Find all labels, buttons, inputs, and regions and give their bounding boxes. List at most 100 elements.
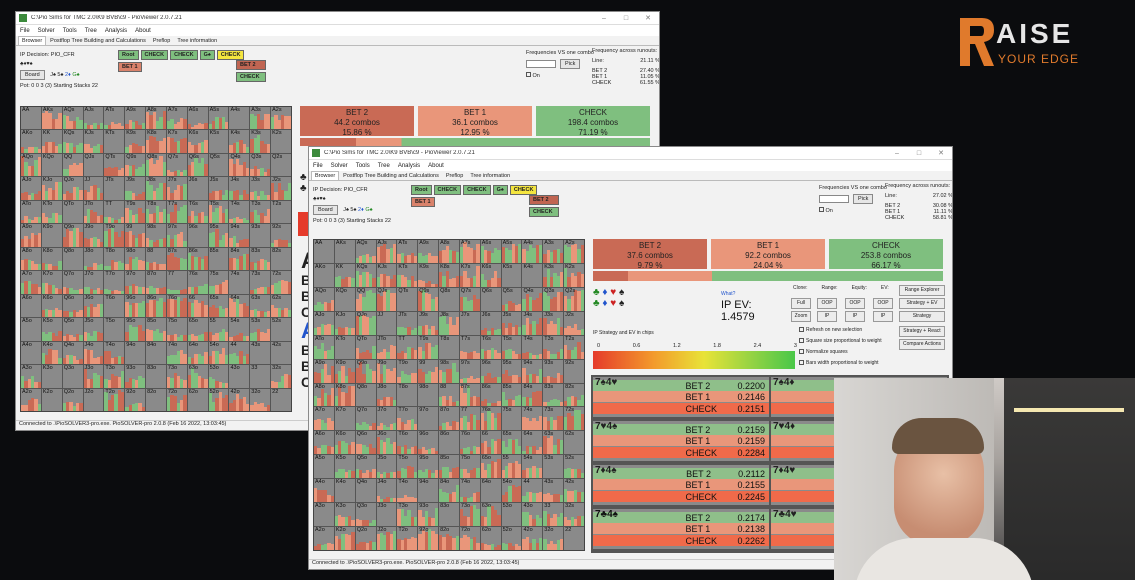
board-button[interactable]: Board — [313, 205, 338, 215]
hand-cell[interactable]: A9o — [314, 359, 334, 383]
hand-cell[interactable]: K8o — [41, 247, 62, 271]
hand-cell[interactable]: 97o — [418, 407, 439, 431]
equity-oop-button[interactable]: OOP — [845, 298, 865, 309]
hand-cell[interactable]: K6s — [187, 130, 208, 153]
menu-analysis[interactable]: Analysis — [398, 163, 420, 169]
hand-cell[interactable]: 76o — [459, 431, 480, 455]
hand-cell[interactable]: J6s — [187, 177, 208, 200]
hand-cell[interactable]: 42o — [522, 527, 543, 550]
tree-node-card[interactable]: G♠ — [199, 50, 215, 60]
menu-tree[interactable]: Tree — [378, 163, 390, 169]
hand-cell[interactable]: 77 — [166, 271, 187, 294]
tab-preflop[interactable]: Preflop — [150, 37, 173, 45]
hand-cell[interactable]: JJ — [83, 177, 104, 200]
strategy-button[interactable]: Strategy — [899, 311, 945, 322]
summary-check[interactable]: CHECK 253.8 combos 66.17 % — [829, 239, 943, 270]
hand-cell[interactable]: JJ — [376, 311, 397, 335]
hand-cell[interactable]: A2o — [314, 527, 334, 550]
square-size-checkbox[interactable]: Square size proportional to weight — [799, 338, 882, 344]
hand-cell[interactable]: AA — [314, 240, 334, 263]
menu-analysis[interactable]: Analysis — [105, 28, 127, 34]
hand-cell[interactable]: 73o — [459, 503, 480, 527]
hand-cell[interactable]: 52o — [501, 527, 522, 550]
hand-cell[interactable]: A9s — [418, 240, 439, 263]
hand-cell[interactable]: K6s — [480, 263, 501, 287]
range-ip-button[interactable]: IP — [817, 311, 837, 322]
hand-cell[interactable]: AKo — [21, 130, 41, 153]
hand-cell[interactable]: Q9s — [418, 287, 439, 311]
hand-cell[interactable]: 85s — [208, 247, 229, 271]
hand-cell[interactable]: 54o — [501, 479, 522, 503]
ev-oop-button[interactable]: OOP — [873, 298, 893, 309]
tree-node-bet1[interactable]: BET 1 — [411, 197, 435, 207]
hand-cell[interactable]: 63o — [187, 365, 208, 388]
hand-cell[interactable]: A8o — [314, 383, 334, 407]
hand-cell[interactable]: 62s — [564, 431, 584, 455]
runout-card[interactable]: 7♥4♠ BET 2 0.2159 BET 1 0.2159 CHECK 0.2284 — [593, 421, 769, 461]
hand-cell[interactable]: 77 — [459, 407, 480, 431]
hand-cell[interactable]: 87o — [146, 271, 166, 294]
hand-cell[interactable]: 96s — [187, 224, 208, 247]
hand-cell[interactable]: 72o — [459, 527, 480, 550]
hand-cell[interactable]: AKs — [334, 240, 355, 263]
hand-cell[interactable]: T2s — [564, 335, 584, 359]
hand-cell[interactable]: Q5o — [355, 455, 376, 479]
hand-cell[interactable]: KK — [334, 263, 355, 287]
hand-cell[interactable]: K3o — [334, 503, 355, 527]
maximize-icon[interactable]: □ — [908, 150, 930, 157]
what-link[interactable]: What? — [721, 291, 735, 297]
summary-bet2[interactable]: BET 2 44.2 combos 15.86 % — [300, 106, 414, 137]
hand-cell[interactable]: K9o — [41, 224, 62, 247]
hand-cell[interactable]: 93o — [125, 365, 146, 388]
hand-cell[interactable]: 55 — [501, 455, 522, 479]
hand-cell[interactable]: JTo — [376, 335, 397, 359]
hand-cell[interactable]: 92s — [564, 359, 584, 383]
hand-cell[interactable]: 74s — [229, 271, 250, 294]
tab-tree-info[interactable]: Tree information — [467, 172, 513, 180]
hand-cell[interactable]: AJo — [21, 177, 41, 200]
hand-cell[interactable]: Q7o — [355, 407, 376, 431]
tree-node-check-current[interactable]: CHECK — [509, 185, 538, 195]
hand-cell[interactable]: A7s — [166, 107, 187, 130]
menu-about[interactable]: About — [135, 28, 151, 34]
hand-cell[interactable]: KJs — [83, 130, 104, 153]
hand-cell[interactable]: J7o — [376, 407, 397, 431]
tree-node-bet2[interactable]: BET 2 — [529, 195, 559, 205]
hand-cell[interactable]: T5s — [208, 200, 229, 224]
tree-node-root[interactable]: Root — [411, 185, 432, 195]
hand-cell[interactable]: QTs — [104, 153, 125, 177]
hand-cell[interactable]: 32o — [543, 527, 564, 550]
hand-cell[interactable]: K5s — [208, 130, 229, 153]
hand-cell[interactable]: 54s — [522, 455, 543, 479]
hand-cell[interactable]: J9s — [418, 311, 439, 335]
hand-cell[interactable]: J3o — [376, 503, 397, 527]
hand-cell[interactable]: 88 — [439, 383, 459, 407]
hand-cell[interactable]: 83o — [146, 365, 166, 388]
strategy-react-button[interactable]: Strategy + React — [899, 326, 945, 337]
hand-cell[interactable]: 84s — [229, 247, 250, 271]
tree-node-check[interactable]: CHECK — [463, 185, 491, 195]
hand-cell[interactable]: QJs — [83, 153, 104, 177]
tree-node-check[interactable]: CHECK — [170, 50, 198, 60]
hand-cell[interactable]: QTo — [62, 200, 83, 224]
hand-cell[interactable]: T6s — [187, 200, 208, 224]
hand-cell[interactable]: 92s — [271, 224, 291, 247]
hand-cell[interactable]: J3o — [83, 365, 104, 388]
hand-cell[interactable]: Q9o — [62, 224, 83, 247]
hand-cell[interactable]: Q4o — [62, 341, 83, 365]
hand-cell[interactable]: 54s — [229, 318, 250, 341]
hand-cell[interactable]: 92o — [125, 388, 146, 411]
hand-cell[interactable]: A7o — [21, 271, 41, 294]
hand-cell[interactable]: A8s — [439, 240, 459, 263]
hand-cell[interactable]: T5o — [397, 455, 418, 479]
hand-cell[interactable]: J8s — [439, 311, 459, 335]
hand-cell[interactable]: 72s — [564, 407, 584, 431]
hand-cell[interactable]: 75s — [501, 407, 522, 431]
hand-cell[interactable]: ATo — [21, 200, 41, 224]
zoom-button[interactable]: Zoom — [791, 311, 811, 322]
hand-cell[interactable]: QJo — [62, 177, 83, 200]
hand-cell[interactable]: KJo — [334, 311, 355, 335]
hand-cell[interactable]: A3s — [543, 240, 564, 263]
hand-cell[interactable]: T3o — [397, 503, 418, 527]
hand-cell[interactable]: A4o — [314, 479, 334, 503]
